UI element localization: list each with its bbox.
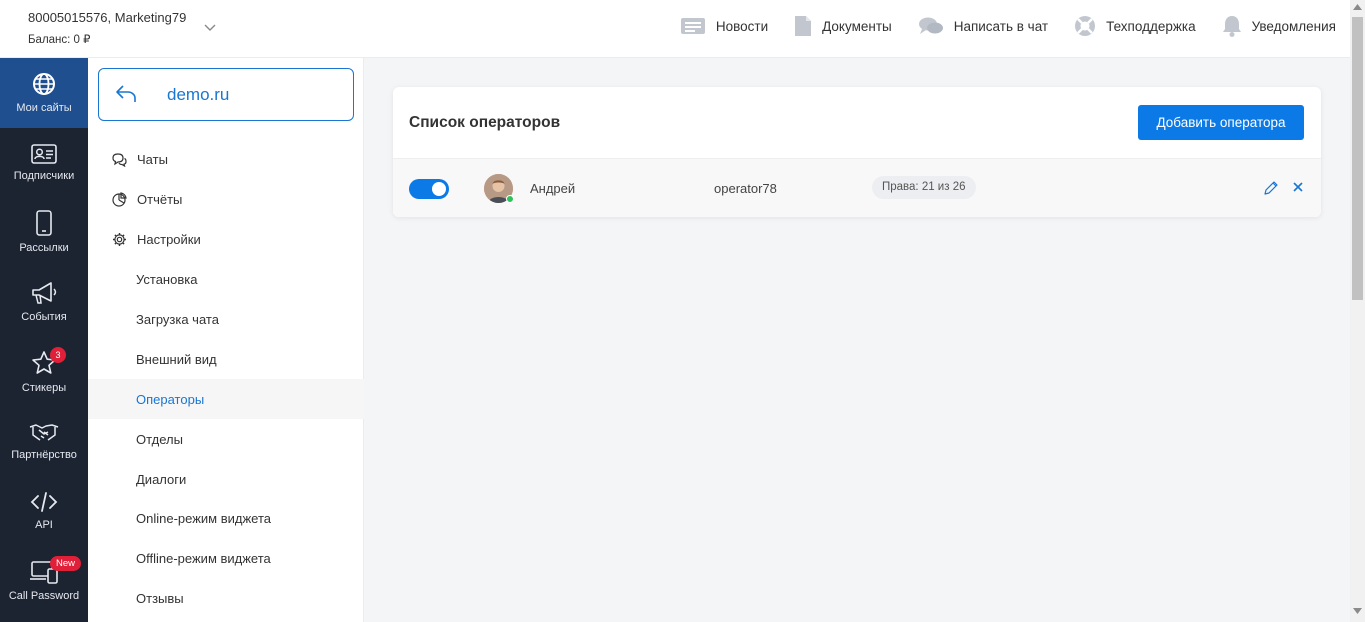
chats-icon xyxy=(112,153,127,167)
bell-icon xyxy=(1222,16,1241,37)
lifebuoy-icon xyxy=(1075,16,1096,36)
sidebar-item-api[interactable]: API xyxy=(0,476,88,546)
submenu-item-label: Offline-режим виджета xyxy=(136,551,271,567)
submenu-item-chats[interactable]: Чаты xyxy=(88,140,364,180)
account-title: 80005015576, Marketing79 xyxy=(28,10,186,25)
back-arrow-icon[interactable] xyxy=(115,84,137,104)
operator-enabled-toggle[interactable] xyxy=(409,179,449,199)
submenu-item-label: Операторы xyxy=(136,391,205,407)
id-card-icon xyxy=(31,143,57,164)
account-info[interactable]: 80005015576, Marketing79 Баланс: 0 ₽ xyxy=(28,10,186,46)
submenu-item-label: Установка xyxy=(136,272,198,288)
sidebar-item-label: Рассылки xyxy=(19,242,69,255)
page-scrollbar[interactable] xyxy=(1350,0,1365,622)
sidebar-item-stickers[interactable]: 3 Стикеры xyxy=(0,337,88,407)
sidebar-item-my-sites[interactable]: Мои сайты xyxy=(0,58,88,128)
submenu-item-label: Внешний вид xyxy=(136,351,217,367)
submenu-item-label: Online-режим виджета xyxy=(136,511,272,527)
nav-write-chat[interactable]: Написать в чат xyxy=(918,16,1048,36)
submenu-item-reports[interactable]: Отчёты xyxy=(88,180,364,220)
handshake-icon xyxy=(29,424,59,441)
submenu-item-chat-loading[interactable]: Загрузка чата xyxy=(88,300,364,340)
submenu-item-appearance[interactable]: Внешний вид xyxy=(88,339,364,379)
submenu-item-label: Чаты xyxy=(137,152,168,168)
site-selector[interactable]: demo.ru xyxy=(98,68,354,121)
submenu-item-label: Отзывы xyxy=(136,591,184,607)
scroll-down-arrow-icon[interactable] xyxy=(1353,608,1362,614)
submenu-item-widget-online[interactable]: Online-режим виджета xyxy=(88,499,364,539)
sidebar-item-call-password[interactable]: New Call Password xyxy=(0,546,88,616)
submenu-item-departments[interactable]: Отделы xyxy=(88,419,364,459)
close-icon[interactable] xyxy=(1292,181,1304,193)
nav-write-chat-label: Написать в чат xyxy=(953,18,1049,34)
chat-bubbles-icon xyxy=(918,17,943,34)
toggle-knob xyxy=(432,182,446,196)
online-status-dot xyxy=(506,195,514,203)
submenu-item-label: Настройки xyxy=(137,232,201,248)
pencil-icon[interactable] xyxy=(1263,180,1279,196)
sidebar-item-label: Call Password xyxy=(8,589,80,602)
megaphone-icon xyxy=(32,282,57,304)
call-password-badge: New xyxy=(50,555,82,571)
scroll-up-arrow-icon[interactable] xyxy=(1353,4,1362,10)
submenu-item-label: Загрузка чата xyxy=(136,312,219,327)
table-row: Андрей operator78 Права: 21 из 26 xyxy=(393,158,1321,217)
account-balance: Баланс: 0 ₽ xyxy=(28,34,91,46)
submenu-item-settings[interactable]: Настройки xyxy=(88,220,364,260)
nav-documents-label: Документы xyxy=(822,18,892,34)
page-title: Список операторов xyxy=(409,114,561,131)
sidebar-item-label: События xyxy=(21,310,67,323)
account-name: , Marketing79 xyxy=(107,10,187,25)
sidebar-item-label: Подписчики xyxy=(13,169,75,182)
sidebar-item-label: Мои сайты xyxy=(16,101,72,114)
account-phone: 80005015576 xyxy=(28,10,108,25)
code-icon xyxy=(30,492,58,512)
sidebar-item-events[interactable]: События xyxy=(0,267,88,337)
add-operator-button[interactable]: Добавить оператора xyxy=(1138,105,1304,140)
top-nav: Новости Документы Написать в чат Техподд… xyxy=(654,15,1336,37)
submenu-list: Чаты Отчёты Настройки Установка Загрузка… xyxy=(88,140,364,619)
nav-notifications[interactable]: Уведомления xyxy=(1222,15,1336,37)
sidebar-item-mailings[interactable]: Рассылки xyxy=(0,197,88,267)
news-icon xyxy=(680,18,705,34)
submenu-item-dialogs[interactable]: Диалоги xyxy=(88,459,364,499)
operator-login: operator78 xyxy=(714,181,777,196)
nav-documents[interactable]: Документы xyxy=(794,15,892,37)
top-header: 80005015576, Marketing79 Баланс: 0 ₽ Нов… xyxy=(0,0,1350,58)
operator-name: Андрей xyxy=(530,181,576,196)
submenu-item-label: Диалоги xyxy=(136,471,187,487)
operators-card: Список операторов Добавить оператора Анд… xyxy=(393,87,1321,217)
nav-support-label: Техподдержка xyxy=(1106,18,1196,34)
scrollbar-thumb[interactable] xyxy=(1352,17,1363,300)
submenu-item-label: Отделы xyxy=(136,431,183,447)
phone-icon xyxy=(36,210,52,237)
main-sidebar: Мои сайты Подписчики Рассылки События 3 … xyxy=(0,58,88,622)
gear-icon xyxy=(113,233,126,247)
site-name: demo.ru xyxy=(167,85,230,104)
nav-news[interactable]: Новости xyxy=(680,17,768,35)
submenu-item-label: Отчёты xyxy=(137,192,183,208)
submenu-item-installation[interactable]: Установка xyxy=(88,260,364,300)
chevron-down-icon[interactable] xyxy=(203,20,217,34)
submenu-item-operators[interactable]: Операторы xyxy=(88,379,364,420)
nav-support[interactable]: Техподдержка xyxy=(1074,15,1196,37)
site-submenu: demo.ru Чаты Отчёты Настройки Установка … xyxy=(88,58,364,622)
sidebar-item-label: Партнёрство xyxy=(11,449,77,462)
pie-chart-icon xyxy=(112,192,127,207)
nav-news-label: Новости xyxy=(715,18,769,34)
submenu-item-reviews[interactable]: Отзывы xyxy=(88,579,364,619)
rights-badge: Права: 21 из 26 xyxy=(872,176,976,199)
submenu-item-widget-offline[interactable]: Offline-режим виджета xyxy=(88,539,364,579)
sidebar-item-label: API xyxy=(35,518,53,531)
document-icon xyxy=(795,16,812,36)
sidebar-item-label: Стикеры xyxy=(21,381,67,394)
sidebar-item-partnership[interactable]: Партнёрство xyxy=(0,406,88,476)
globe-icon xyxy=(33,72,55,95)
nav-notifications-label: Уведомления xyxy=(1251,18,1336,34)
sidebar-item-subscribers[interactable]: Подписчики xyxy=(0,128,88,198)
stickers-badge: 3 xyxy=(50,346,66,363)
